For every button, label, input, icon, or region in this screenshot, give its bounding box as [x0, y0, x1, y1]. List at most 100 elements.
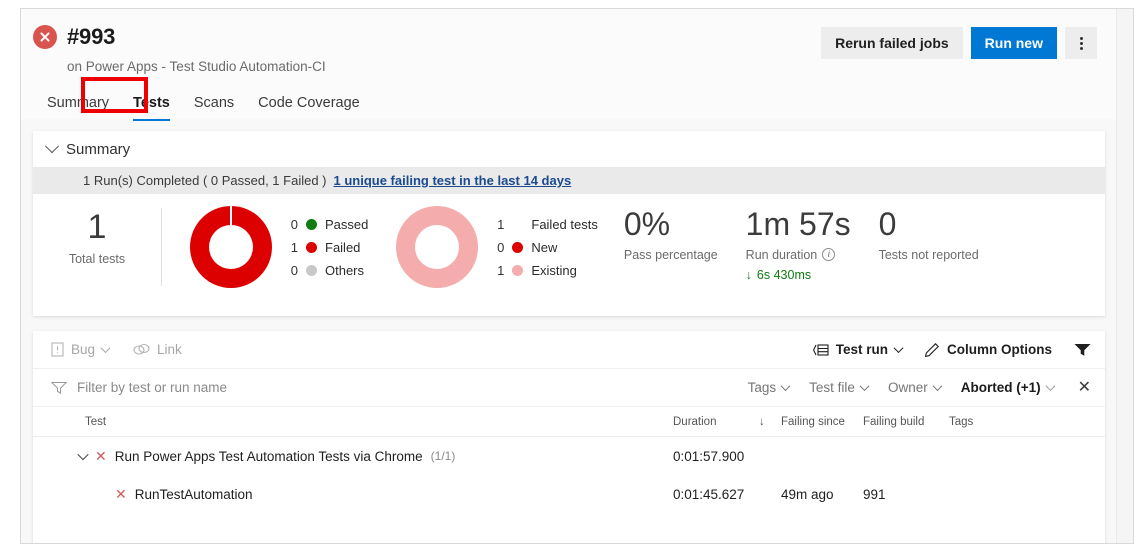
summary-card: Summary 1 Run(s) Completed ( 0 Passed, 1… — [33, 131, 1105, 316]
failing-since-cell: 49m ago — [781, 486, 834, 502]
sort-arrow-down-icon[interactable]: ↓ — [759, 416, 781, 428]
page-scrollbar[interactable] — [1116, 9, 1133, 543]
outcome-chart-group: 0 Passed 1 Failed 0 Others — [162, 194, 368, 288]
close-icon[interactable]: ✕ — [1078, 379, 1091, 396]
legend-label: Existing — [531, 262, 577, 278]
table-row[interactable]: ✕ RunTestAutomation 0:01:45.627 49m ago … — [33, 475, 1105, 513]
arrow-down-icon: ↓ — [745, 267, 752, 282]
run-new-button[interactable]: Run new — [970, 27, 1057, 59]
test-name: RunTestAutomation — [134, 486, 253, 502]
column-options-label: Column Options — [947, 342, 1052, 357]
legend-label: Failed — [325, 239, 361, 255]
outcome-legend: 0 Passed 1 Failed 0 Others — [288, 216, 369, 278]
pass-percentage-value: 0% — [623, 206, 671, 242]
column-header-failing-since[interactable]: Failing since — [781, 416, 863, 428]
legend-item-others: 0 Others — [288, 263, 368, 278]
funnel-icon — [1074, 343, 1091, 357]
filter-pills: Tags Test file Owner Aborted (+1) ✕ — [747, 379, 1091, 396]
runs-completed-text: 1 Run(s) Completed ( 0 Passed, 1 Failed … — [83, 173, 327, 188]
filter-outcome[interactable]: Aborted (+1) — [961, 380, 1056, 395]
more-actions-icon[interactable] — [1065, 27, 1097, 59]
search-placeholder: Filter by test or run name — [77, 380, 228, 395]
build-subtitle: on Power Apps - Test Studio Automation-C… — [67, 59, 326, 74]
filter-label: Tags — [747, 380, 777, 395]
test-run-groupby-button[interactable]: Test run — [812, 342, 904, 357]
link-icon — [133, 343, 150, 356]
test-name: Run Power Apps Test Automation Tests via… — [114, 448, 423, 464]
tab-scans[interactable]: Scans — [182, 91, 246, 121]
status-dot-existing — [512, 264, 524, 276]
tab-code-coverage[interactable]: Code Coverage — [246, 91, 372, 121]
legend-count: 1 — [497, 216, 505, 232]
run-duration-value: 1m 57s — [745, 206, 851, 242]
summary-metrics: 0% Pass percentage 1m 57s Run duration i… — [598, 194, 979, 282]
header-actions: Rerun failed jobs Run new — [821, 27, 1097, 59]
tab-bar: Summary Tests Scans Code Coverage — [35, 91, 372, 121]
runs-summary-bar: 1 Run(s) Completed ( 0 Passed, 1 Failed … — [33, 167, 1105, 194]
link-button[interactable]: Link — [133, 342, 182, 357]
summary-section-header[interactable]: Summary — [33, 131, 1105, 167]
legend-item-existing: 1 Existing — [494, 263, 597, 278]
test-results-card: Bug Link Test run Column Options Filter … — [33, 331, 1105, 543]
total-tests-label: Total tests — [68, 251, 126, 266]
legend-label: Others — [325, 262, 365, 278]
test-name-cell: ✕ RunTestAutomation — [33, 487, 673, 502]
column-header-duration[interactable]: Duration — [673, 416, 759, 428]
chevron-down-icon — [859, 381, 870, 392]
legend-item-passed: 0 Passed — [288, 216, 369, 232]
filter-test-file[interactable]: Test file — [809, 380, 870, 395]
chevron-down-icon — [932, 381, 943, 392]
window-frame: #993 on Power Apps - Test Studio Automat… — [20, 8, 1134, 544]
legend-label: New — [531, 239, 558, 255]
filter-tags[interactable]: Tags — [747, 380, 791, 395]
duration-cell: 0:01:45.627 — [673, 486, 745, 502]
filter-toggle-button[interactable] — [1074, 343, 1091, 357]
delta-value: 6s 430ms — [756, 267, 812, 282]
link-label: Link — [157, 342, 182, 357]
legend-count: 1 — [497, 262, 505, 278]
column-header-failing-build[interactable]: Failing build — [863, 416, 949, 428]
summary-title: Summary — [66, 140, 131, 158]
filter-owner[interactable]: Owner — [887, 380, 943, 395]
filter-row: Filter by test or run name Tags Test fil… — [33, 369, 1105, 407]
legend-spacer — [512, 219, 523, 230]
unique-failing-test-link[interactable]: 1 unique failing test in the last 14 day… — [334, 173, 572, 188]
legend-count: 0 — [290, 262, 298, 278]
test-name-cell: ✕ Run Power Apps Test Automation Tests v… — [33, 449, 673, 464]
table-row[interactable]: ✕ Run Power Apps Test Automation Tests v… — [33, 437, 1105, 475]
chevron-down-icon — [893, 343, 904, 354]
pass-percentage-label: Pass percentage — [623, 247, 718, 262]
bug-label: Bug — [71, 342, 96, 357]
filter-label: Owner — [887, 380, 928, 395]
search-input[interactable]: Filter by test or run name — [51, 380, 227, 395]
build-header: #993 on Power Apps - Test Studio Automat… — [21, 9, 1117, 121]
column-header-tags[interactable]: Tags — [949, 416, 1029, 428]
column-options-button[interactable]: Column Options — [924, 342, 1052, 358]
info-icon[interactable]: i — [822, 248, 836, 262]
legend-count: 1 — [290, 239, 298, 255]
bug-button[interactable]: Bug — [51, 342, 111, 357]
group-by-icon — [812, 343, 829, 357]
tab-tests[interactable]: Tests — [121, 91, 182, 121]
chevron-down-icon — [100, 343, 111, 354]
page-title: #993 — [67, 24, 116, 49]
funnel-outline-icon — [51, 381, 67, 395]
results-toolbar-right: Test run Column Options — [812, 342, 1091, 358]
legend-label: Passed — [325, 216, 369, 232]
failed-x-icon: ✕ — [115, 486, 127, 502]
failure-chart-group: 1 Failed tests 0 New 1 Existing — [368, 194, 598, 288]
failed-x-icon: ✕ — [95, 448, 107, 464]
run-duration-metric: 1m 57s Run duration i ↓ 6s 430ms — [745, 206, 851, 282]
rerun-failed-jobs-button[interactable]: Rerun failed jobs — [821, 27, 963, 59]
failure-legend: 1 Failed tests 0 New 1 Existing — [494, 216, 598, 278]
chevron-down-icon — [1045, 381, 1056, 392]
legend-count: 0 — [497, 239, 505, 255]
filter-label: Test file — [809, 380, 855, 395]
tab-summary[interactable]: Summary — [35, 91, 121, 121]
build-title-row: #993 — [33, 24, 115, 50]
test-results-table: Test Duration ↓ Failing since Failing bu… — [33, 407, 1105, 513]
chevron-down-icon[interactable] — [77, 448, 89, 461]
column-header-test[interactable]: Test — [33, 416, 673, 428]
legend-item-new: 0 New — [494, 240, 597, 255]
page-root: #993 on Power Apps - Test Studio Automat… — [0, 0, 1139, 550]
